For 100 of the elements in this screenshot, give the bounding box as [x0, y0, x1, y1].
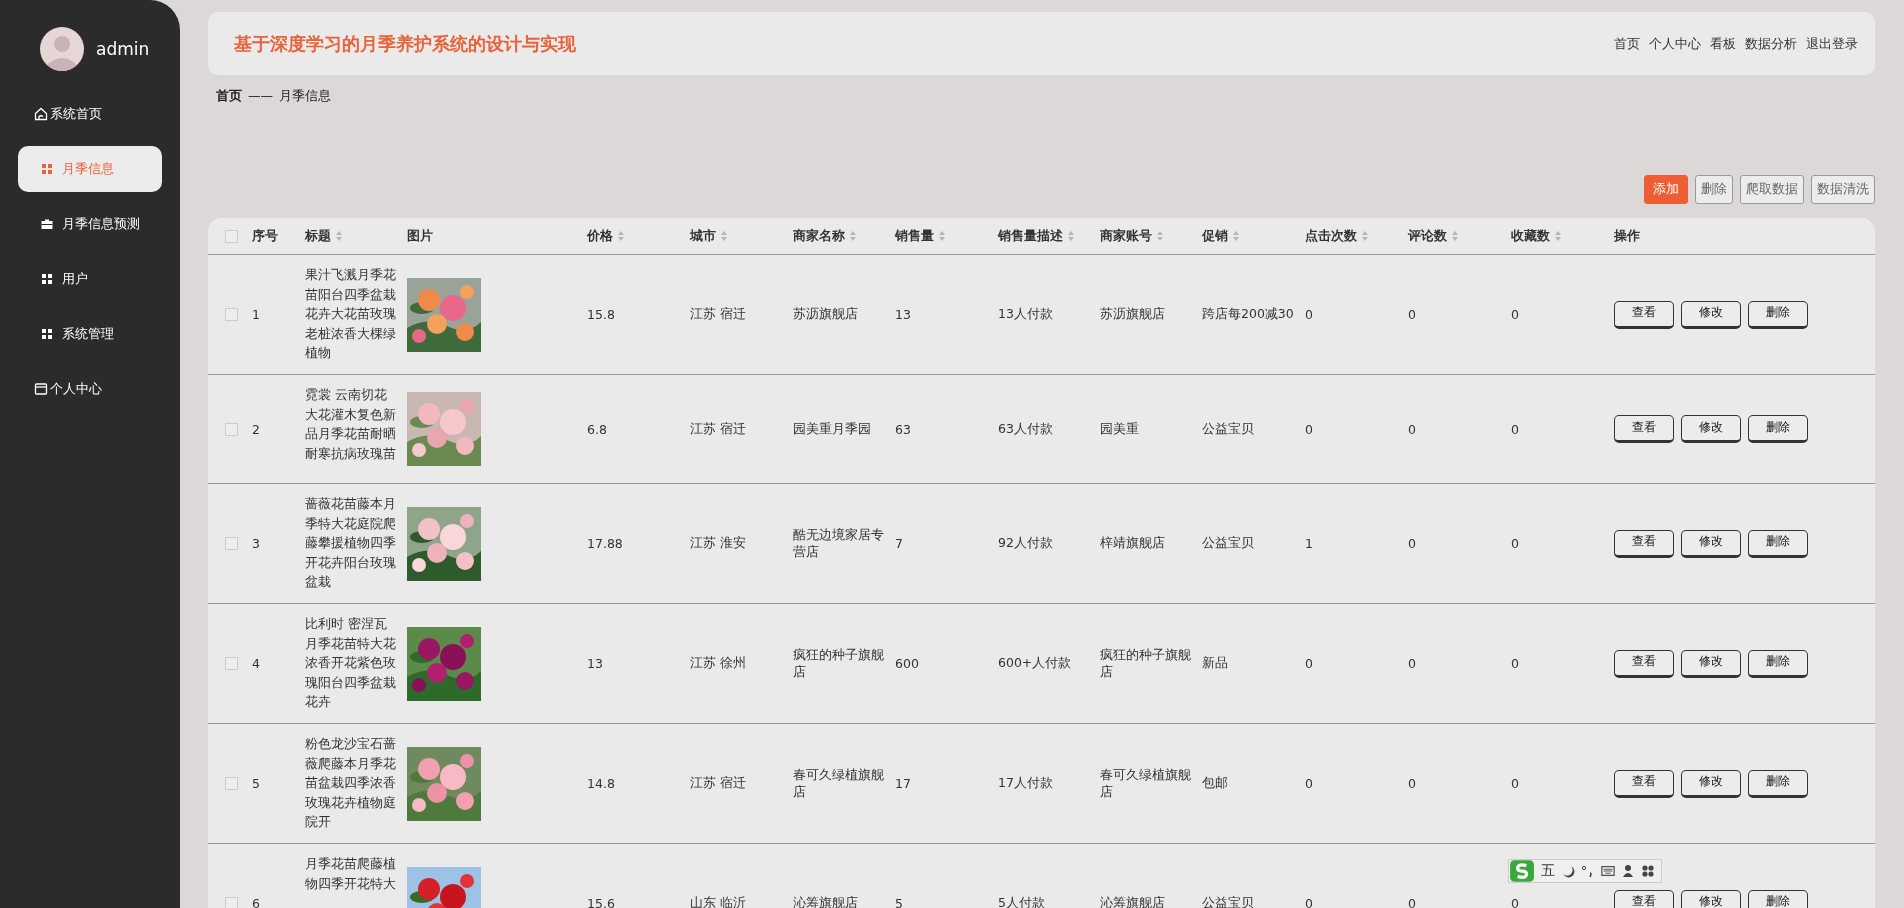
- sidebar-item[interactable]: 月季信息预测: [18, 201, 162, 247]
- table-cell-text: 疯狂的种子旗舰店: [1100, 646, 1192, 681]
- avatar: [40, 27, 84, 71]
- sort-icon[interactable]: [1232, 230, 1240, 242]
- table-cell: 600+人付款: [998, 655, 1072, 672]
- table-cell: 0: [1511, 776, 1519, 791]
- row-action-button[interactable]: 查看: [1614, 889, 1674, 908]
- grid-icon: [40, 272, 54, 286]
- row-action-button[interactable]: 删除: [1748, 415, 1808, 443]
- row-action-button[interactable]: 删除: [1748, 300, 1808, 329]
- sidebar-item[interactable]: 系统首页: [18, 91, 162, 137]
- home-icon: [34, 107, 48, 121]
- table-cell: 0: [1511, 656, 1519, 671]
- keyboard-icon[interactable]: [1601, 864, 1615, 878]
- breadcrumb-current: 月季信息: [279, 88, 331, 105]
- table-cell-text: 春可久绿植旗舰店: [793, 766, 885, 801]
- column-header: 收藏数: [1511, 227, 1550, 245]
- sidebar-item[interactable]: 系统管理: [18, 311, 162, 357]
- header-link[interactable]: 首页: [1614, 34, 1640, 53]
- grid-icon: [40, 327, 54, 341]
- punctuation-icon[interactable]: [1581, 864, 1595, 878]
- row-action-button[interactable]: 删除: [1748, 649, 1808, 678]
- table-cell: 0: [1305, 896, 1313, 908]
- row-action-button[interactable]: 查看: [1614, 529, 1674, 558]
- table-cell: 新品: [1202, 655, 1228, 672]
- select-all-checkbox[interactable]: [224, 229, 238, 243]
- row-action-button[interactable]: 修改: [1681, 415, 1741, 443]
- row-action-button[interactable]: 查看: [1614, 769, 1674, 798]
- row-action-button[interactable]: 修改: [1681, 889, 1741, 908]
- row-action-button[interactable]: 查看: [1614, 300, 1674, 329]
- ime-mode[interactable]: 五: [1541, 862, 1555, 880]
- table-cell: 92人付款: [998, 535, 1053, 552]
- header-link[interactable]: 退出登录: [1806, 34, 1858, 53]
- table-cell: 13: [895, 307, 911, 322]
- table-cell: 7: [895, 536, 903, 551]
- ime-logo-icon[interactable]: [1509, 859, 1535, 883]
- table-cell: 15.6: [587, 896, 615, 908]
- table-cell: 0: [1305, 656, 1313, 671]
- sort-icon[interactable]: [1451, 230, 1459, 242]
- toolbar-button[interactable]: 数据清洗: [1811, 175, 1875, 204]
- breadcrumb-home[interactable]: 首页: [216, 88, 242, 105]
- row-action-button[interactable]: 修改: [1681, 529, 1741, 558]
- row-checkbox[interactable]: [224, 657, 238, 670]
- row-action-button[interactable]: 修改: [1681, 769, 1741, 798]
- table-cell: 0: [1408, 536, 1416, 551]
- table-cell: 5: [895, 896, 903, 908]
- sidebar-item[interactable]: 用户: [18, 256, 162, 302]
- table-cell-text: 粉色龙沙宝石蔷薇爬藤本月季花苗盆栽四季浓香玫瑰花卉植物庭院开: [305, 735, 397, 831]
- column-header: 城市: [690, 227, 716, 245]
- table-cell: 0: [1408, 421, 1416, 437]
- sort-icon[interactable]: [617, 230, 625, 242]
- table-cell: 0: [1305, 307, 1313, 322]
- sort-icon[interactable]: [1361, 230, 1369, 242]
- person-icon[interactable]: [1621, 864, 1635, 878]
- sort-icon[interactable]: [720, 230, 728, 242]
- row-checkbox[interactable]: [224, 537, 238, 550]
- column-header: 评论数: [1408, 227, 1447, 245]
- table-cell: 0: [1305, 421, 1313, 437]
- header-link[interactable]: 个人中心: [1649, 34, 1701, 53]
- table-cell: 14.8: [587, 776, 615, 791]
- row-action-button[interactable]: 查看: [1614, 649, 1674, 678]
- row-action-button[interactable]: 查看: [1614, 415, 1674, 443]
- sort-icon[interactable]: [1156, 230, 1164, 242]
- table-cell: 公益宝贝: [1202, 420, 1254, 438]
- sort-icon[interactable]: [938, 230, 946, 242]
- table-cell: 0: [1408, 776, 1416, 791]
- header-link[interactable]: 看板: [1710, 34, 1736, 53]
- table-cell: 15.8: [587, 307, 615, 322]
- sort-icon[interactable]: [1067, 230, 1075, 242]
- breadcrumb-separator: ——: [248, 88, 273, 105]
- sort-icon[interactable]: [1554, 230, 1562, 242]
- row-action-button[interactable]: 删除: [1748, 529, 1808, 558]
- row-checkbox[interactable]: [224, 308, 238, 321]
- moon-icon[interactable]: [1561, 864, 1575, 878]
- table-cell: 1: [252, 307, 260, 322]
- row-action-button[interactable]: 删除: [1748, 769, 1808, 798]
- table-cell: 江苏 宿迁: [690, 775, 746, 792]
- row-checkbox[interactable]: [224, 422, 238, 436]
- toolbar-button[interactable]: 爬取数据: [1740, 175, 1804, 204]
- sort-icon[interactable]: [335, 230, 343, 242]
- table-cell-text: 果汁飞溅月季花苗阳台四季盆栽花卉大花苗玫瑰老桩浓香大棵绿植物: [305, 266, 397, 362]
- row-action-button[interactable]: 修改: [1681, 649, 1741, 678]
- sort-icon[interactable]: [849, 230, 857, 242]
- row-checkbox[interactable]: [224, 777, 238, 790]
- row-checkbox[interactable]: [224, 897, 238, 908]
- apps-icon[interactable]: [1641, 864, 1655, 878]
- table-cell: 5: [252, 776, 260, 791]
- grid-icon: [40, 162, 54, 176]
- row-action-button[interactable]: 删除: [1748, 889, 1808, 908]
- table-cell: 17: [895, 776, 911, 791]
- table-cell: 600: [895, 656, 919, 671]
- table-cell-text: 疯狂的种子旗舰店: [793, 646, 885, 681]
- table-cell: 山东 临沂: [690, 895, 746, 908]
- table-cell: 包邮: [1202, 775, 1228, 792]
- row-action-button[interactable]: 修改: [1681, 300, 1741, 329]
- column-header: 点击次数: [1305, 227, 1357, 245]
- sidebar-item[interactable]: 个人中心: [18, 366, 162, 412]
- table-cell: 苏沥旗舰店: [793, 306, 858, 323]
- header-link[interactable]: 数据分析: [1745, 34, 1797, 53]
- toolbar-button[interactable]: 删除: [1695, 175, 1733, 204]
